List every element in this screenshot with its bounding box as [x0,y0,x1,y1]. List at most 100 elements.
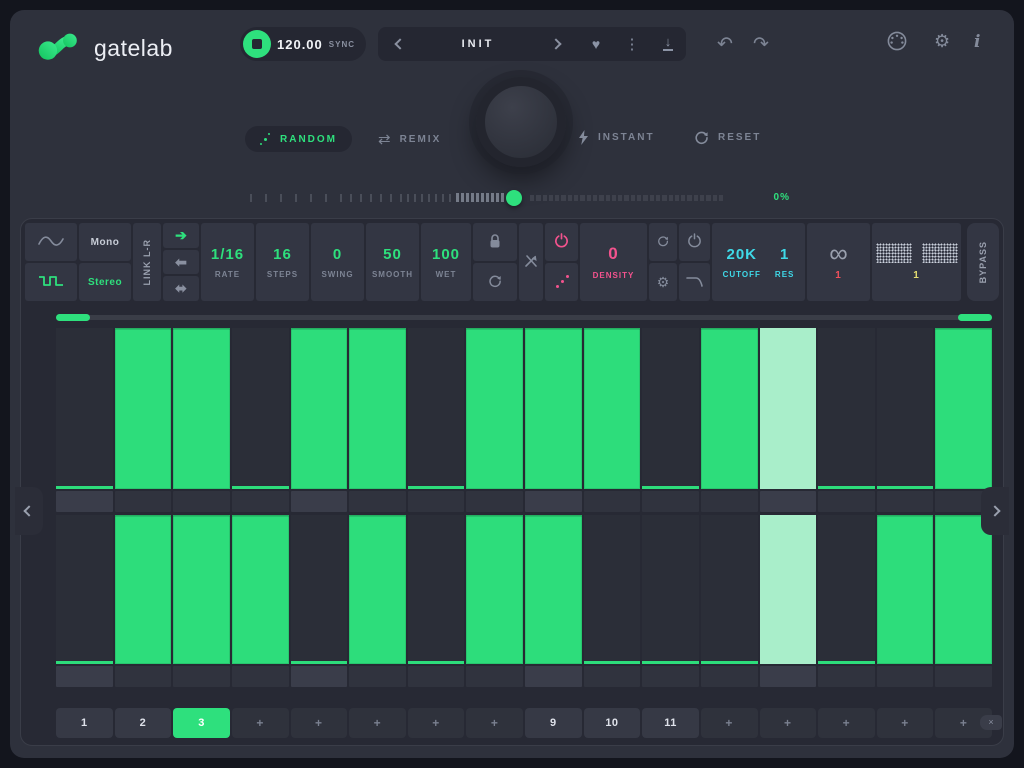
step-cell-8[interactable] [466,491,523,512]
swing-cell[interactable]: 0 SWING [311,223,364,301]
scroll-handle-left[interactable] [56,314,90,321]
settings-button[interactable]: ⚙ [934,31,950,52]
density-power-button[interactable] [545,223,578,261]
main-knob[interactable] [476,77,566,167]
page-prev-button[interactable] [15,487,43,535]
pattern-button-10[interactable]: 10 [584,708,641,738]
step-bottom-10[interactable] [584,515,641,664]
step-top-9[interactable] [525,328,582,489]
step-top-10[interactable] [584,328,641,489]
pattern-button-11[interactable]: 11 [642,708,699,738]
step-bottom-3[interactable] [173,515,230,664]
add-pattern-button[interactable]: + [232,708,289,738]
filter-cell[interactable]: 20K CUTOFF 1 RES [712,223,805,301]
step-top-1[interactable] [56,328,113,489]
step-bottom-7[interactable] [408,515,465,664]
save-preset-button[interactable]: ↓ [650,27,686,61]
step-cell-12[interactable] [701,491,758,512]
step-bottom-11[interactable] [642,515,699,664]
step-cell-11[interactable] [642,666,699,687]
step-cell-7[interactable] [408,666,465,687]
snap-off-button[interactable] [519,223,543,301]
step-cell-6[interactable] [349,666,406,687]
noise-pattern-cell[interactable]: 1 [872,223,961,301]
step-bottom-1[interactable] [56,515,113,664]
undo-button[interactable]: ↶ [710,32,740,58]
stop-button[interactable] [243,30,271,58]
page-next-button[interactable] [981,487,1009,535]
direction-pingpong-button[interactable]: ⬌ [163,276,199,301]
step-top-3[interactable] [173,328,230,489]
step-cell-5[interactable] [291,666,348,687]
add-pattern-button[interactable]: + [877,708,934,738]
mono-button[interactable]: Mono [79,223,131,261]
step-cell-7[interactable] [408,491,465,512]
step-top-2[interactable] [115,328,172,489]
step-top-16[interactable] [935,328,992,489]
step-top-8[interactable] [466,328,523,489]
step-cell-13[interactable] [760,666,817,687]
add-pattern-button[interactable]: + [466,708,523,738]
step-cell-15[interactable] [877,491,934,512]
step-top-13[interactable] [760,328,817,489]
step-cell-5[interactable] [291,491,348,512]
step-cell-8[interactable] [466,666,523,687]
preset-next-button[interactable] [534,27,578,61]
direction-backward-button[interactable]: ⬅ [163,250,199,275]
bypass-button[interactable]: BYPASS [967,223,999,301]
step-top-11[interactable] [642,328,699,489]
step-cell-13[interactable] [760,491,817,512]
step-cell-4[interactable] [232,666,289,687]
step-bottom-8[interactable] [466,515,523,664]
smooth-cell[interactable]: 50 SMOOTH [366,223,419,301]
pattern-button-2[interactable]: 2 [115,708,172,738]
filter-power-button[interactable] [679,223,710,261]
reroll-button[interactable] [473,263,517,301]
steps-cell[interactable]: 16 STEPS [256,223,309,301]
square-wave-button[interactable] [25,263,77,301]
filter-type-button[interactable] [679,263,710,301]
density-refresh-button[interactable] [649,223,677,261]
favorite-button[interactable]: ♥ [578,27,614,61]
step-cell-3[interactable] [173,666,230,687]
step-bottom-16[interactable] [935,515,992,664]
lock-button[interactable] [473,223,517,261]
step-top-5[interactable] [291,328,348,489]
step-cell-4[interactable] [232,491,289,512]
density-random-button[interactable] [545,263,578,301]
step-top-14[interactable] [818,328,875,489]
direction-forward-button[interactable]: ➔ [163,223,199,248]
rate-cell[interactable]: 1/16 RATE [201,223,254,301]
stereo-button[interactable]: Stereo [79,263,131,301]
step-cell-2[interactable] [115,666,172,687]
step-cell-1[interactable] [56,491,113,512]
step-cell-6[interactable] [349,491,406,512]
step-bottom-14[interactable] [818,515,875,664]
step-cell-9[interactable] [525,491,582,512]
preset-name[interactable]: INIT [422,38,534,50]
link-lr-button[interactable]: LINK L-R [133,223,161,301]
step-cell-15[interactable] [877,666,934,687]
pattern-button-3[interactable]: 3 [173,708,230,738]
preset-menu-button[interactable]: ⋮ [614,27,650,61]
step-bottom-4[interactable] [232,515,289,664]
midi-button[interactable] [886,30,908,55]
step-cell-9[interactable] [525,666,582,687]
info-button[interactable]: i [974,32,980,52]
step-cell-2[interactable] [115,491,172,512]
step-cell-14[interactable] [818,491,875,512]
instant-button[interactable]: INSTANT [578,130,655,145]
step-bottom-12[interactable] [701,515,758,664]
step-bottom-2[interactable] [115,515,172,664]
step-bottom-6[interactable] [349,515,406,664]
step-cell-10[interactable] [584,666,641,687]
density-cell[interactable]: 0 DENSITY [580,223,647,301]
add-pattern-button[interactable]: + [408,708,465,738]
loop-length-cell[interactable]: ∞ 1 [807,223,870,301]
step-bottom-13[interactable] [760,515,817,664]
step-cell-12[interactable] [701,666,758,687]
step-cell-11[interactable] [642,491,699,512]
add-pattern-button[interactable]: + [291,708,348,738]
add-pattern-button[interactable]: + [701,708,758,738]
step-cell-14[interactable] [818,666,875,687]
